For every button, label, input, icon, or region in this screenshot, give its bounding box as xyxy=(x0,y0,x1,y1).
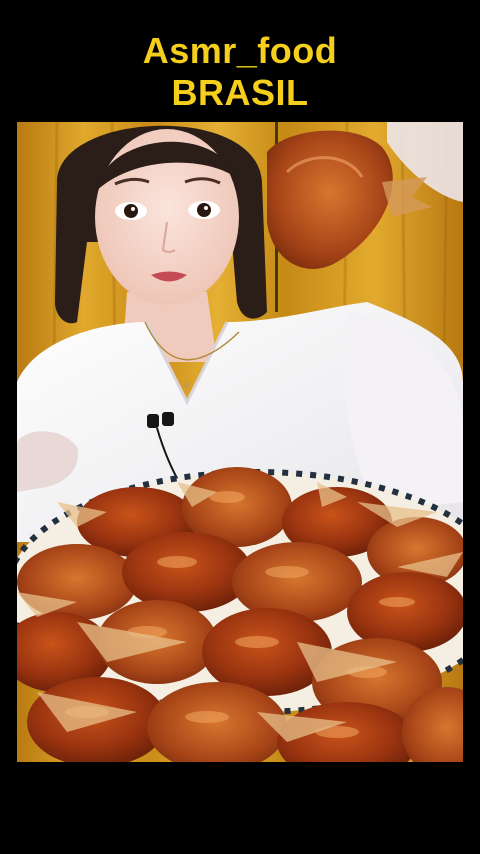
lapel-microphone xyxy=(147,414,159,428)
title-line-1: Asmr_food xyxy=(142,30,338,71)
video-frame[interactable] xyxy=(17,122,463,762)
glazed-chicken-wings-pile xyxy=(17,467,463,762)
bottom-black-band xyxy=(0,762,480,854)
video-title: Asmr_food BRASIL xyxy=(0,30,480,114)
title-line-2: BRASIL xyxy=(171,72,309,113)
